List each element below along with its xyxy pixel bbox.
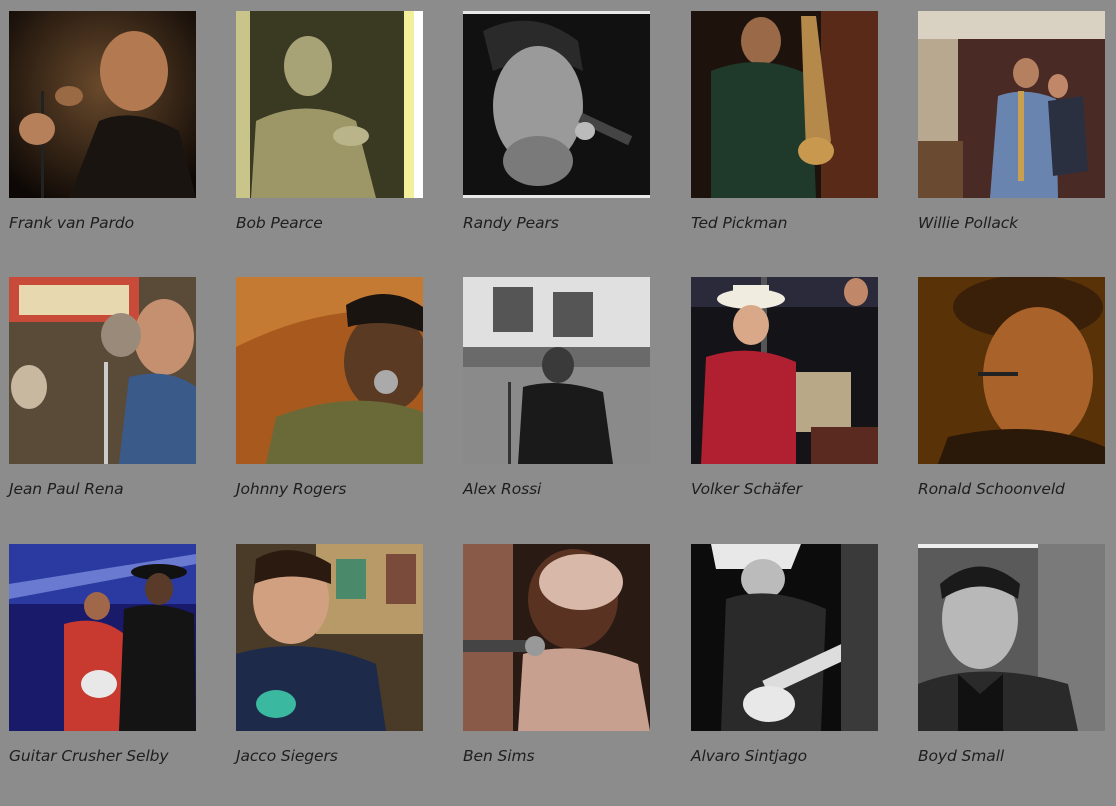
- photo-frank-van-pardo: [9, 11, 196, 198]
- musician-photo[interactable]: [463, 544, 650, 731]
- musician-name[interactable]: Ted Pickman: [691, 214, 787, 232]
- photo-boyd-small: [918, 544, 1105, 731]
- musician-grid: Frank van Pardo Bob Pearce Randy Pears T…: [0, 0, 1116, 806]
- musician-name[interactable]: Ronald Schoonveld: [918, 480, 1065, 498]
- photo-ben-sims: [463, 544, 650, 731]
- musician-photo[interactable]: [236, 544, 423, 731]
- musician-card[interactable]: Ben Sims: [463, 544, 653, 765]
- musician-photo[interactable]: [463, 11, 650, 198]
- musician-photo[interactable]: [9, 544, 196, 731]
- photo-randy-pears: [463, 11, 650, 198]
- musician-photo[interactable]: [236, 277, 423, 464]
- musician-name[interactable]: Alvaro Sintjago: [691, 747, 807, 765]
- musician-photo[interactable]: [9, 11, 196, 198]
- musician-card[interactable]: Jacco Siegers: [236, 544, 426, 765]
- musician-photo[interactable]: [918, 544, 1105, 731]
- photo-volker-schafer: [691, 277, 878, 464]
- musician-card[interactable]: Randy Pears: [463, 11, 653, 232]
- musician-photo[interactable]: [236, 11, 423, 198]
- musician-name[interactable]: Ben Sims: [463, 747, 535, 765]
- musician-name[interactable]: Jean Paul Rena: [9, 480, 124, 498]
- photo-guitar-crusher-selby: [9, 544, 196, 731]
- musician-name[interactable]: Frank van Pardo: [9, 214, 134, 232]
- musician-card[interactable]: Boyd Small: [918, 544, 1108, 765]
- musician-name[interactable]: Johnny Rogers: [236, 480, 347, 498]
- musician-photo[interactable]: [691, 277, 878, 464]
- musician-photo[interactable]: [691, 11, 878, 198]
- photo-jean-paul-rena: [9, 277, 196, 464]
- musician-name[interactable]: Boyd Small: [918, 747, 1004, 765]
- photo-jacco-siegers: [236, 544, 423, 731]
- musician-photo[interactable]: [463, 277, 650, 464]
- musician-name[interactable]: Randy Pears: [463, 214, 559, 232]
- musician-name[interactable]: Willie Pollack: [918, 214, 1018, 232]
- musician-name[interactable]: Jacco Siegers: [236, 747, 338, 765]
- photo-ronald-schoonveld: [918, 277, 1105, 464]
- musician-name[interactable]: Alex Rossi: [463, 480, 541, 498]
- musician-photo[interactable]: [918, 277, 1105, 464]
- musician-photo[interactable]: [918, 11, 1105, 198]
- musician-photo[interactable]: [9, 277, 196, 464]
- musician-photo[interactable]: [691, 544, 878, 731]
- musician-card[interactable]: Frank van Pardo: [9, 11, 199, 232]
- photo-bob-pearce: [236, 11, 423, 198]
- musician-card[interactable]: Guitar Crusher Selby: [9, 544, 199, 765]
- musician-card[interactable]: Ronald Schoonveld: [918, 277, 1108, 498]
- photo-ted-pickman: [691, 11, 878, 198]
- photo-alex-rossi: [463, 277, 650, 464]
- photo-willie-pollack: [918, 11, 1105, 198]
- musician-card[interactable]: Willie Pollack: [918, 11, 1108, 232]
- photo-alvaro-sintjago: [691, 544, 878, 731]
- musician-card[interactable]: Volker Schäfer: [691, 277, 881, 498]
- musician-card[interactable]: Jean Paul Rena: [9, 277, 199, 498]
- musician-name[interactable]: Bob Pearce: [236, 214, 323, 232]
- musician-card[interactable]: Bob Pearce: [236, 11, 426, 232]
- musician-card[interactable]: Alvaro Sintjago: [691, 544, 881, 765]
- photo-johnny-rogers: [236, 277, 423, 464]
- musician-card[interactable]: Johnny Rogers: [236, 277, 426, 498]
- musician-name[interactable]: Volker Schäfer: [691, 480, 802, 498]
- musician-card[interactable]: Ted Pickman: [691, 11, 881, 232]
- musician-card[interactable]: Alex Rossi: [463, 277, 653, 498]
- musician-name[interactable]: Guitar Crusher Selby: [9, 747, 169, 765]
